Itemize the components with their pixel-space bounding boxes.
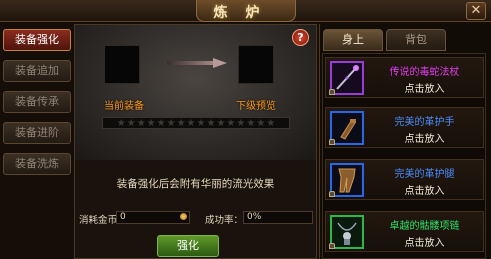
star-icon: ★	[146, 117, 156, 129]
item-place-action[interactable]: 点击放入	[366, 130, 483, 145]
enhance-star-bar: ★ ★ ★ ★ ★ ★ ★ ★ ★ ★ ★ ★ ★ ★ ★ ★	[102, 117, 290, 129]
leggings-icon	[330, 163, 364, 197]
inventory-item[interactable]: 卓越的骷髅项链 点击放入	[325, 211, 484, 252]
star-icon: ★	[116, 117, 126, 129]
star-icon: ★	[226, 117, 236, 129]
star-icon: ★	[216, 117, 226, 129]
lock-icon	[329, 243, 335, 249]
star-icon: ★	[156, 117, 166, 129]
gold-cost-field: 0	[116, 211, 190, 224]
success-rate-label: 成功率：	[205, 215, 244, 226]
success-rate-field: 0%	[243, 211, 313, 224]
preview-equip-label: 下级预览	[236, 101, 276, 112]
star-icon: ★	[186, 117, 196, 129]
tab-equip-enhance[interactable]: 装备强化	[3, 29, 71, 51]
inventory-item[interactable]: 完美的革护腿 点击放入	[325, 159, 484, 200]
star-icon: ★	[206, 117, 216, 129]
star-icon: ★	[126, 117, 136, 129]
tab-equip-refine[interactable]: 装备洗炼	[3, 153, 71, 175]
item-place-action[interactable]: 点击放入	[366, 80, 483, 95]
item-place-action[interactable]: 点击放入	[366, 234, 483, 249]
tab-equip-inherit[interactable]: 装备传承	[3, 91, 71, 113]
star-icon: ★	[246, 117, 256, 129]
close-button[interactable]: ✕	[466, 2, 486, 20]
lock-icon	[329, 139, 335, 145]
tab-equip-advance[interactable]: 装备进阶	[3, 122, 71, 144]
star-icon: ★	[236, 117, 246, 129]
tab-equipped[interactable]: 身上	[323, 29, 383, 51]
star-icon: ★	[166, 117, 176, 129]
help-icon: ?	[297, 31, 304, 44]
gauntlet-icon	[330, 111, 364, 145]
star-icon: ★	[196, 117, 206, 129]
inventory-item[interactable]: 完美的革护手 点击放入	[325, 107, 484, 148]
gold-coin-icon	[180, 213, 187, 220]
arrow-right-icon	[167, 58, 227, 68]
enhance-description: 装备强化后会附有华丽的流光效果	[116, 178, 275, 190]
help-button[interactable]: ?	[292, 29, 309, 46]
enhance-button[interactable]: 强化	[157, 235, 219, 257]
lock-icon	[329, 89, 335, 95]
current-equip-label: 当前装备	[104, 101, 144, 112]
lock-icon	[329, 191, 335, 197]
item-place-action[interactable]: 点击放入	[366, 182, 483, 197]
inventory-item[interactable]: 传说的毒蛇法杖 点击放入	[325, 57, 484, 98]
star-icon: ★	[136, 117, 146, 129]
preview-equip-slot	[238, 45, 274, 84]
item-name: 完美的革护腿	[394, 169, 455, 180]
tab-bag[interactable]: 背包	[386, 29, 446, 51]
close-icon: ✕	[470, 3, 482, 18]
item-name: 完美的革护手	[394, 117, 455, 128]
item-name: 传说的毒蛇法杖	[389, 67, 460, 78]
star-icon: ★	[256, 117, 266, 129]
star-icon: ★	[176, 117, 186, 129]
window-title: 炼炉	[213, 5, 278, 21]
success-rate-value: 0%	[247, 212, 262, 222]
tab-equip-append[interactable]: 装备追加	[3, 60, 71, 82]
item-name: 卓越的骷髅项链	[389, 221, 460, 232]
gold-cost-value: 0	[120, 212, 126, 222]
necklace-icon	[330, 215, 364, 249]
current-equip-slot[interactable]	[104, 45, 140, 84]
staff-icon	[330, 61, 364, 95]
star-icon: ★	[266, 117, 276, 129]
